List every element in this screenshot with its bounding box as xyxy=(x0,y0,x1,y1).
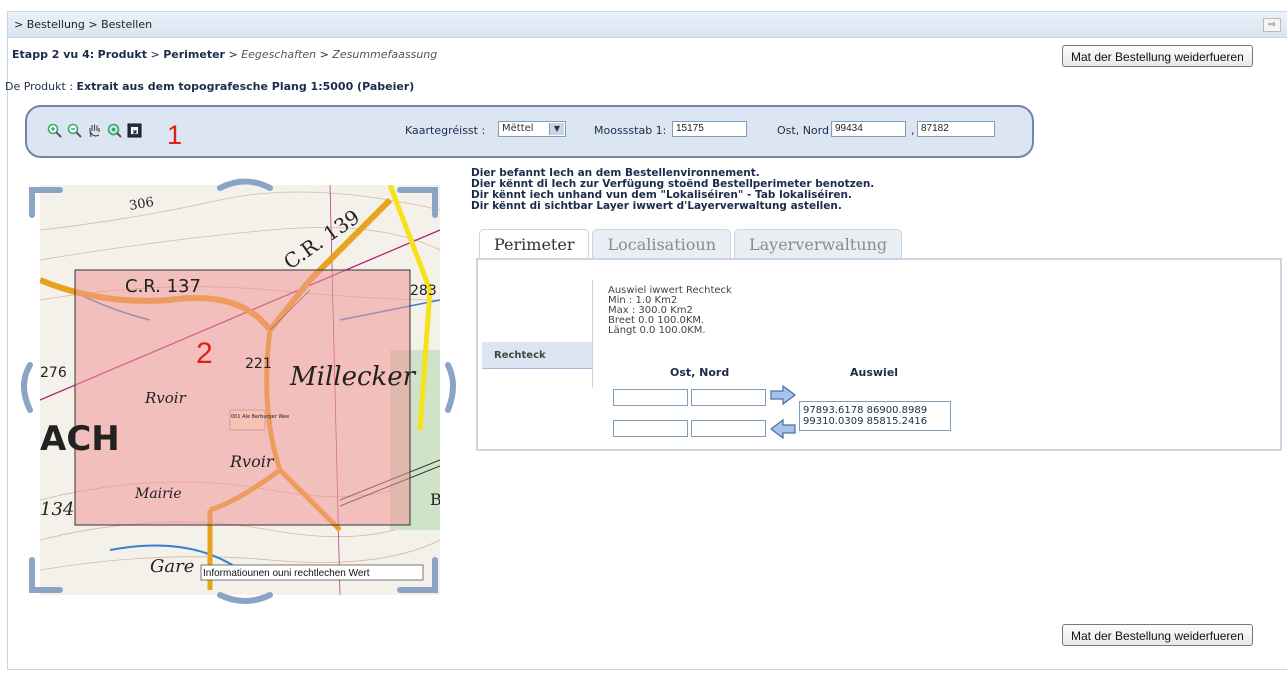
north-field-2[interactable] xyxy=(691,420,766,437)
step-prefix: Etapp 2 vu 4: xyxy=(12,48,95,61)
map-label: Rvoir xyxy=(144,389,187,407)
north-input[interactable] xyxy=(917,121,995,137)
exit-icon[interactable]: ⇨ xyxy=(1263,18,1281,32)
breadcrumb: > Bestellung > Bestellen xyxy=(14,18,153,31)
continue-order-button-top[interactable]: Mat der Bestellung weiderfueren xyxy=(1062,45,1253,67)
step-sep: > xyxy=(319,48,329,61)
step-sep: > xyxy=(228,48,238,61)
step-perimeter: Perimeter xyxy=(163,48,225,61)
east-field-2[interactable] xyxy=(613,420,688,437)
product-label: De Produkt : xyxy=(5,80,74,93)
map-size-label: Kaartegréisst : xyxy=(405,124,486,137)
marker-2: 2 xyxy=(196,337,213,370)
divider xyxy=(592,280,593,388)
top-bar: > Bestellung > Bestellen ⇨ xyxy=(8,12,1287,38)
selection-result-box: 97893.6178 86900.8989 99310.0309 85815.2… xyxy=(799,401,951,431)
map-label: Gare xyxy=(150,556,194,577)
coordinates-label: Ost, Nord xyxy=(777,124,829,137)
step-properties: Eegeschaften xyxy=(241,48,317,61)
map-tools xyxy=(47,123,142,138)
map-label: B xyxy=(430,490,442,509)
selection-result: 99310.0309 85815.2416 xyxy=(803,416,928,427)
map-disclaimer: Informatiounen ouni rechtlechen Wert xyxy=(203,568,370,579)
map-label: Rvoir xyxy=(229,452,275,471)
product-name: Extrait aus dem topografesche Plang 1:50… xyxy=(76,80,415,93)
map-label: 001 Ale Berburger Wee xyxy=(231,414,289,420)
map-label: 221 xyxy=(245,356,272,372)
column-header-coordinates: Ost, Nord xyxy=(670,366,730,379)
map-label: Mairie xyxy=(134,486,182,502)
coordinate-separator: , xyxy=(911,124,915,137)
pan-west-icon[interactable] xyxy=(21,362,33,413)
zoom-in-icon[interactable] xyxy=(47,123,62,138)
rectangle-select-icon[interactable] xyxy=(127,123,142,138)
east-input[interactable] xyxy=(831,121,906,137)
tab-localisation[interactable]: Localisatioun xyxy=(592,229,731,259)
tab-perimeter[interactable]: Perimeter xyxy=(479,229,590,259)
map-label: 283 xyxy=(410,283,437,299)
tab-layer-management[interactable]: Layerverwaltung xyxy=(734,229,903,259)
map-size-select[interactable]: Mëttel ▼ xyxy=(498,121,566,137)
map-label: 276 xyxy=(40,365,67,381)
scale-input[interactable] xyxy=(672,121,747,137)
map-label: 134 xyxy=(40,499,74,520)
continue-order-button-bottom[interactable]: Mat der Bestellung weiderfueren xyxy=(1062,624,1253,646)
map-label: Millecker xyxy=(289,362,417,392)
pan-hand-icon[interactable] xyxy=(87,123,102,138)
map-view[interactable]: 306 C.R. 139 C.R. 137 283 276 221 Millec… xyxy=(10,170,460,610)
chevron-down-icon[interactable]: ▼ xyxy=(549,123,564,135)
pan-south-icon[interactable] xyxy=(217,592,273,604)
marker-1: 1 xyxy=(167,120,183,150)
zoom-extent-icon[interactable] xyxy=(107,123,122,138)
info-line: Dir kënnt di sichtbar Layer iwwert d'Lay… xyxy=(471,200,842,212)
column-header-selection: Auswiel xyxy=(850,366,899,379)
map-label: ACH xyxy=(40,419,120,459)
map-label: C.R. 137 xyxy=(125,276,201,297)
info-text: Dier befannt Iech an dem Bestellenvironn… xyxy=(471,168,874,212)
map-size-value: Mëttel xyxy=(502,123,534,134)
step-product: Produkt xyxy=(97,48,147,61)
north-field-1[interactable] xyxy=(691,389,766,406)
selection-info-line: Längt 0.0 100.0KM. xyxy=(608,325,706,336)
pan-east-icon[interactable] xyxy=(445,362,456,413)
zoom-out-icon[interactable] xyxy=(67,123,82,138)
step-indicator: Etapp 2 vu 4: Produkt > Perimeter > Eege… xyxy=(12,48,437,61)
perimeter-panel: Rechteck Auswiel iwwert Rechteck Min : 1… xyxy=(476,258,1282,451)
step-summary: Zesummefaassung xyxy=(332,48,438,61)
product-line: De Produkt : Extrait aus dem topografesc… xyxy=(5,80,414,93)
add-point-arrow-icon[interactable] xyxy=(768,384,798,406)
remove-point-arrow-icon[interactable] xyxy=(768,418,798,440)
east-field-1[interactable] xyxy=(613,389,688,406)
map-toolbar: 1 Kaartegréisst : Mëttel ▼ Moossstab 1: … xyxy=(25,105,1034,158)
selection-result: 97893.6178 86900.8989 xyxy=(803,405,928,416)
map-canvas[interactable]: 306 C.R. 139 C.R. 137 283 276 221 Millec… xyxy=(10,170,460,610)
step-sep: > xyxy=(150,48,160,61)
perimeter-type-rechteck[interactable]: Rechteck xyxy=(482,342,592,369)
scale-label: Moossstab 1: xyxy=(594,124,667,137)
selection-info: Auswiel iwwert Rechteck Min : 1.0 Km2 Ma… xyxy=(608,286,732,336)
tab-bar: Perimeter Localisatioun Layerverwaltung xyxy=(479,229,905,259)
